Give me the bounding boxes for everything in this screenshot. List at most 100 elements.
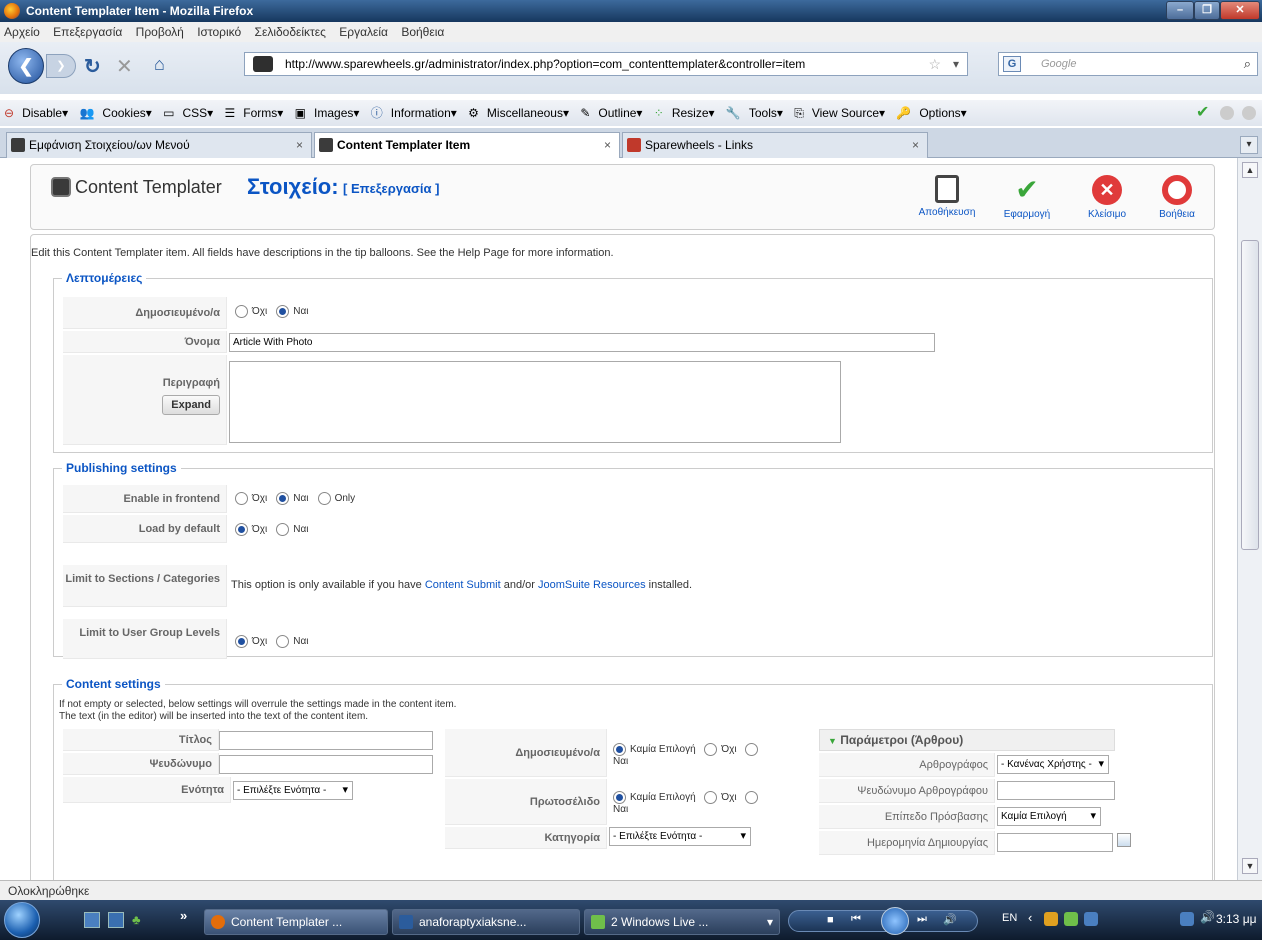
expand-button[interactable]: Expand [162, 395, 220, 415]
frontend-no-radio[interactable] [235, 492, 248, 505]
start-orb-icon[interactable] [4, 902, 40, 938]
taskbar-windows-live[interactable]: 2 Windows Live ... ▾ [584, 909, 780, 935]
devbar-images[interactable]: Images▾ [314, 100, 359, 126]
devbar-miscellaneous[interactable]: Miscellaneous▾ [487, 100, 569, 126]
menu-tools[interactable]: Εργαλεία [339, 25, 388, 39]
tab-content-templater[interactable]: Content Templater Item × [314, 132, 620, 159]
url-bar[interactable]: http://www.sparewheels.gr/administrator/… [244, 52, 968, 76]
cp-yes-radio[interactable] [745, 743, 759, 756]
cp-none-radio[interactable] [613, 743, 626, 756]
show-desktop-icon[interactable] [84, 912, 100, 928]
title-input[interactable] [219, 731, 433, 750]
volume-icon[interactable]: 🔊 [943, 913, 957, 926]
media-player-toolbar[interactable]: ■ ⏮ ⏭ 🔊 [788, 907, 978, 935]
fp-no-radio[interactable] [704, 791, 718, 804]
tab-sparewheels-links[interactable]: Sparewheels - Links × [622, 132, 928, 158]
stop-media-icon[interactable]: ■ [827, 914, 834, 926]
created-date-input[interactable] [997, 833, 1113, 852]
alias-input[interactable] [219, 755, 433, 774]
quicklaunch-overflow-icon[interactable]: » [180, 908, 187, 923]
apply-button[interactable]: ✔ Εφαρμογή [987, 175, 1067, 221]
devbar-view-source[interactable]: View Source▾ [812, 100, 885, 126]
taskbar-firefox[interactable]: Content Templater ... [204, 909, 388, 935]
devbar-outline[interactable]: Outline▾ [598, 100, 642, 126]
tab-close-icon[interactable]: × [296, 133, 303, 157]
calendar-icon[interactable] [1117, 833, 1131, 847]
fp-none-radio[interactable] [613, 791, 626, 804]
joomsuite-link[interactable]: JoomSuite Resources [538, 579, 646, 591]
search-icon[interactable]: ⌕ [1244, 53, 1251, 75]
google-engine-icon[interactable]: G [1003, 56, 1021, 72]
tab-menu-items[interactable]: Εμφάνιση Στοιχείου/ων Μενού × [6, 132, 312, 158]
tray-expand-icon[interactable]: ‹ [1028, 910, 1032, 925]
devbar-resize[interactable]: Resize▾ [672, 100, 715, 126]
back-icon[interactable]: ❮ [8, 48, 44, 84]
tray-messenger-icon[interactable] [1064, 912, 1078, 926]
menu-view[interactable]: Προβολή [136, 25, 184, 39]
devbar-options[interactable]: Options▾ [919, 100, 966, 126]
name-input[interactable]: Article With Photo [229, 333, 935, 352]
author-select[interactable]: - Κανένας Χρήστης - [997, 755, 1109, 774]
play-pause-icon[interactable] [881, 907, 909, 935]
devbar-disable[interactable]: Disable▾ [22, 100, 68, 126]
scroll-down-icon[interactable]: ▼ [1242, 858, 1258, 874]
close-button[interactable]: ✕ Κλείσιμο [1067, 175, 1147, 220]
frontend-only-radio[interactable] [317, 492, 331, 505]
minimize-button[interactable]: – [1166, 1, 1194, 20]
tab-close-icon[interactable]: × [604, 133, 611, 157]
menu-edit[interactable]: Επεξεργασία [53, 25, 122, 39]
default-no-radio[interactable] [235, 523, 248, 536]
messenger-quicklaunch-icon[interactable]: ♣ [132, 912, 150, 928]
params-panel-header[interactable]: ▼ Παράμετροι (Άρθρου) [819, 729, 1115, 751]
save-button[interactable]: Αποθήκευση [907, 175, 987, 218]
menu-bookmarks[interactable]: Σελιδοδείκτες [255, 25, 326, 39]
devbar-information[interactable]: Information▾ [391, 100, 457, 126]
language-indicator[interactable]: EN [1002, 912, 1017, 924]
access-select[interactable]: Καμία Επιλογή [997, 807, 1101, 826]
search-box[interactable]: G Google ⌕ [998, 52, 1258, 76]
description-textarea[interactable] [229, 361, 841, 443]
devbar-css[interactable]: CSS▾ [182, 100, 213, 126]
published-no-radio[interactable] [235, 305, 248, 318]
bookmark-star-icon[interactable]: ☆ [928, 53, 941, 75]
tray-app-icon[interactable] [1044, 912, 1058, 926]
forward-icon[interactable]: ❯ [46, 54, 76, 78]
close-window-button[interactable]: ✕ [1220, 1, 1260, 20]
next-track-icon[interactable]: ⏭ [917, 913, 927, 926]
author-alias-input[interactable] [997, 781, 1115, 800]
reload-icon[interactable]: ↻ [84, 54, 108, 78]
cp-no-radio[interactable] [704, 743, 718, 756]
section-select[interactable]: - Επιλέξτε Ενότητα - [233, 781, 353, 800]
taskbar-word[interactable]: anaforaptyxiaksne... [392, 909, 580, 935]
published-yes-radio[interactable] [276, 305, 290, 318]
clock[interactable]: 3:13 μμ [1216, 912, 1257, 926]
usergroup-yes-radio[interactable] [276, 635, 290, 648]
scroll-up-icon[interactable]: ▲ [1242, 162, 1258, 178]
home-icon[interactable]: ⌂ [154, 54, 178, 78]
vertical-scrollbar[interactable]: ▲ ▼ [1237, 158, 1262, 880]
switch-windows-icon[interactable] [108, 912, 124, 928]
fp-yes-radio[interactable] [745, 791, 759, 804]
content-submit-link[interactable]: Content Submit [425, 579, 501, 591]
previous-track-icon[interactable]: ⏮ [851, 913, 861, 926]
maximize-button[interactable]: ❐ [1194, 1, 1220, 20]
default-yes-radio[interactable] [276, 523, 290, 536]
help-button[interactable]: Βοήθεια [1139, 175, 1215, 220]
scroll-thumb[interactable] [1241, 240, 1259, 550]
frontend-yes-radio[interactable] [276, 492, 290, 505]
tray-network-icon[interactable] [1084, 912, 1098, 926]
tray-display-icon[interactable] [1180, 912, 1194, 926]
devbar-cookies[interactable]: Cookies▾ [102, 100, 151, 126]
devbar-tools[interactable]: Tools▾ [749, 100, 783, 126]
stop-icon[interactable]: ✕ [116, 54, 140, 78]
menu-file[interactable]: Αρχείο [4, 25, 40, 39]
url-dropdown-icon[interactable]: ▾ [953, 53, 959, 75]
group-dropdown-icon[interactable]: ▾ [767, 910, 773, 934]
menu-history[interactable]: Ιστορικό [197, 25, 241, 39]
category-select[interactable]: - Επιλέξτε Ενότητα - [609, 827, 751, 846]
menu-help[interactable]: Βοήθεια [401, 25, 444, 39]
tab-list-icon[interactable]: ▾ [1240, 136, 1258, 154]
tray-volume-icon[interactable]: 🔊 [1200, 910, 1215, 924]
devbar-forms[interactable]: Forms▾ [243, 100, 283, 126]
usergroup-no-radio[interactable] [235, 635, 248, 648]
